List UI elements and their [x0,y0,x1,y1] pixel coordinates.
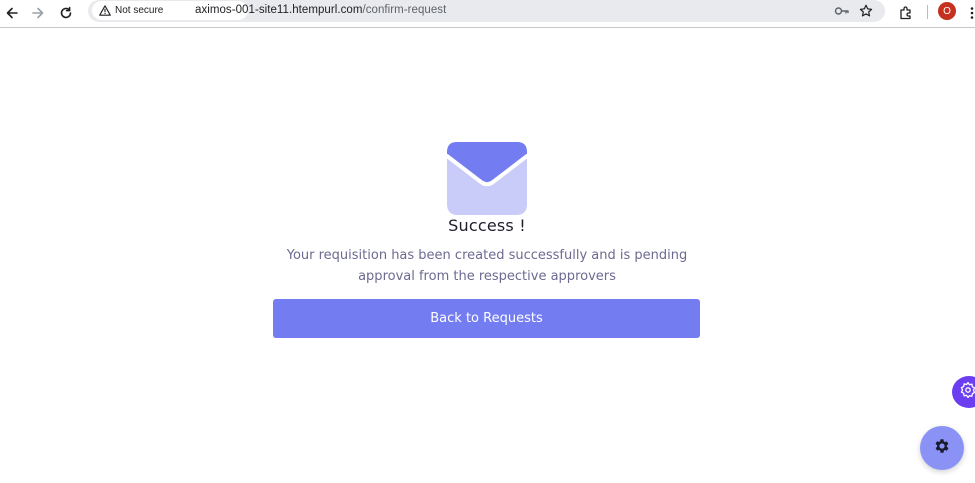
forward-arrow-icon[interactable] [28,3,48,23]
security-label: Not secure [115,5,164,16]
settings-fab[interactable] [920,426,964,470]
reload-icon[interactable] [56,3,76,23]
address-bar[interactable]: Not secure aximos-001-site11.htempurl.co… [88,0,885,22]
back-arrow-icon[interactable] [2,3,22,23]
browser-toolbar: Not secure aximos-001-site11.htempurl.co… [0,0,975,28]
password-key-icon[interactable] [832,1,852,21]
settings-sparkle-icon [959,381,975,404]
side-settings-widget[interactable] [952,376,975,408]
toolbar-divider [927,5,928,19]
more-menu-icon[interactable] [962,3,975,23]
url-path: /confirm-request [362,4,447,16]
back-to-requests-button[interactable]: Back to Requests [273,299,700,338]
warning-icon [98,4,112,18]
extensions-puzzle-icon[interactable] [896,3,916,23]
url-host: aximos-001-site11.htempurl.com [195,4,363,16]
success-message: Your requisition has been created succes… [286,248,688,284]
url-text[interactable]: aximos-001-site11.htempurl.com/confirm-r… [195,4,446,16]
bookmark-star-icon[interactable] [856,1,876,21]
envelope-icon [445,142,529,216]
success-title: Success ! [448,216,526,235]
profile-avatar[interactable]: O [938,2,956,20]
gear-icon [933,437,951,460]
